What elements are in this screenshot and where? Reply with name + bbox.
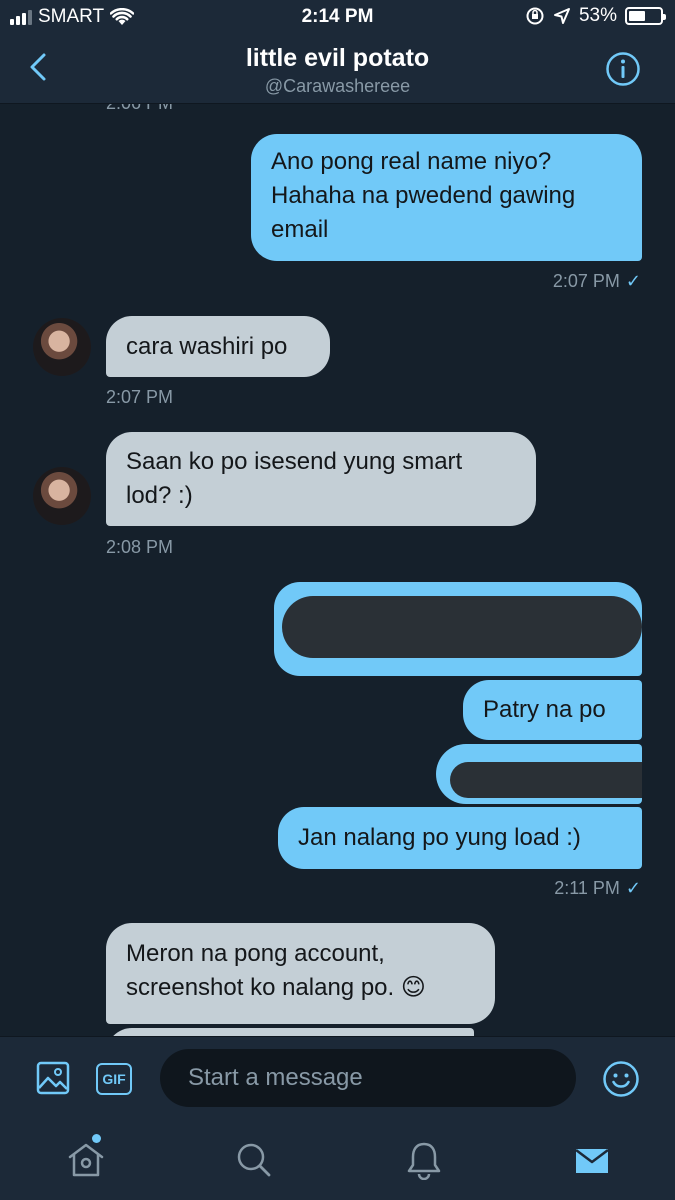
message-text: Ano pong real name niyo? Hahaha na pwede… [271, 148, 576, 243]
avatar[interactable] [33, 467, 91, 525]
avatar[interactable] [33, 318, 91, 376]
conversation-handle: @Carawashereee [264, 76, 411, 96]
message-list[interactable]: 2:06 PM Ano pong real name niyo? Hahaha … [0, 104, 675, 1036]
message-text: cara washiri po [126, 332, 288, 360]
battery-percent: 53% [578, 5, 617, 26]
outgoing-message[interactable]: Jan nalang po yung load :) [278, 807, 642, 869]
image-icon[interactable] [36, 1061, 70, 1095]
incoming-message[interactable]: Saan ko po isesend yung smart lod? :) [106, 432, 536, 526]
message-input[interactable]: Start a message [160, 1049, 576, 1107]
status-bar: SMART 2:14 PM 53% [0, 0, 675, 36]
message-text: Meron na pong account, screenshot ko nal… [126, 940, 426, 1001]
message-timestamp: 2:07 PM [106, 387, 174, 407]
status-right: 53% [525, 5, 666, 27]
message-timestamp: 2:11 PM ✓ [554, 878, 641, 898]
location-icon [553, 8, 570, 24]
outgoing-message-redacted[interactable] [274, 582, 642, 676]
info-icon[interactable] [605, 51, 641, 87]
outgoing-message-redacted[interactable] [436, 744, 642, 804]
conversation-title: little evil potato [245, 44, 430, 72]
message-timestamp-partial: 2:06 PM [106, 104, 173, 114]
message-timestamp: 2:08 PM [106, 537, 174, 557]
message-text: Patry na po [483, 696, 606, 723]
emoji-icon[interactable] [602, 1060, 640, 1098]
read-check-icon: ✓ [625, 878, 641, 898]
outgoing-message[interactable]: Patry na po [463, 680, 642, 740]
notification-dot [92, 1134, 101, 1143]
search-icon[interactable] [234, 1140, 274, 1180]
message-text: Saan ko po isesend yung smart lod? :) [126, 448, 463, 509]
orientation-lock-icon [526, 7, 544, 25]
battery-icon [625, 7, 666, 25]
conversation-header: little evil potato @Carawashereee [0, 36, 675, 104]
battery-level [629, 11, 645, 21]
outgoing-message[interactable]: Ano pong real name niyo? Hahaha na pwede… [251, 134, 642, 261]
redaction-bar [450, 762, 642, 798]
mail-icon[interactable] [572, 1140, 612, 1180]
message-timestamp: 2:07 PM ✓ [552, 271, 641, 291]
incoming-message-partial[interactable] [106, 1028, 474, 1036]
read-check-icon: ✓ [625, 271, 641, 291]
message-composer: GIF Start a message [0, 1036, 675, 1120]
incoming-message[interactable]: Meron na pong account, screenshot ko nal… [106, 923, 495, 1024]
redaction-bar [282, 596, 642, 658]
bell-icon[interactable] [404, 1140, 444, 1180]
message-input-placeholder: Start a message [188, 1064, 363, 1091]
tab-bar [0, 1120, 675, 1200]
incoming-message[interactable]: cara washiri po [106, 316, 330, 377]
home-icon[interactable] [66, 1140, 106, 1180]
gif-button[interactable]: GIF [96, 1063, 132, 1095]
message-text: Jan nalang po yung load :) [298, 824, 581, 851]
